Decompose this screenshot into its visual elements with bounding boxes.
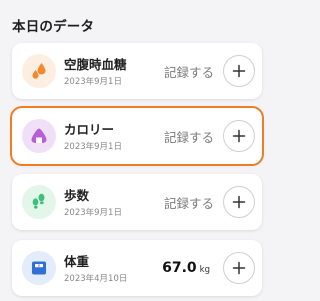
section-title: 本日のデータ [12,19,95,35]
plus-icon [232,129,246,143]
card-weight[interactable]: 体重 2023年4月10日 67.0 kg [12,240,262,296]
card-title: 歩数 [64,188,90,203]
plus-icon [232,64,246,78]
add-button[interactable] [223,55,255,87]
card-title: カロリー [64,122,115,137]
weight-unit: kg [199,265,210,275]
card-date: 2023年9月1日 [64,77,122,87]
weight-number: 67.0 [162,260,197,276]
rice-ball-icon [22,119,56,153]
card-title: 空腹時血糖 [64,57,127,72]
card-calories[interactable]: カロリー 2023年9月1日 記録する [10,106,264,166]
add-button[interactable] [223,252,255,284]
record-link[interactable]: 記録する [164,193,214,212]
record-link[interactable]: 記録する [164,62,214,81]
card-date: 2023年4月10日 [64,274,128,284]
card-title: 体重 [64,254,90,269]
card-date: 2023年9月1日 [64,208,122,218]
plus-icon [232,261,246,275]
add-button[interactable] [223,186,255,218]
scale-icon [22,251,56,285]
card-steps[interactable]: 歩数 2023年9月1日 記録する [12,174,262,230]
weight-value: 67.0 kg [162,257,210,276]
today-data-page: 本日のデータ 空腹時血糖 2023年9月1日 記録する カロリー 2023年9月… [0,0,273,301]
blood-drops-icon [22,54,56,88]
add-button[interactable] [223,120,255,152]
footprints-icon [22,185,56,219]
card-fasting-blood-glucose[interactable]: 空腹時血糖 2023年9月1日 記録する [12,43,262,99]
plus-icon [232,195,246,209]
card-date: 2023年9月1日 [64,142,122,152]
record-link[interactable]: 記録する [164,127,214,146]
